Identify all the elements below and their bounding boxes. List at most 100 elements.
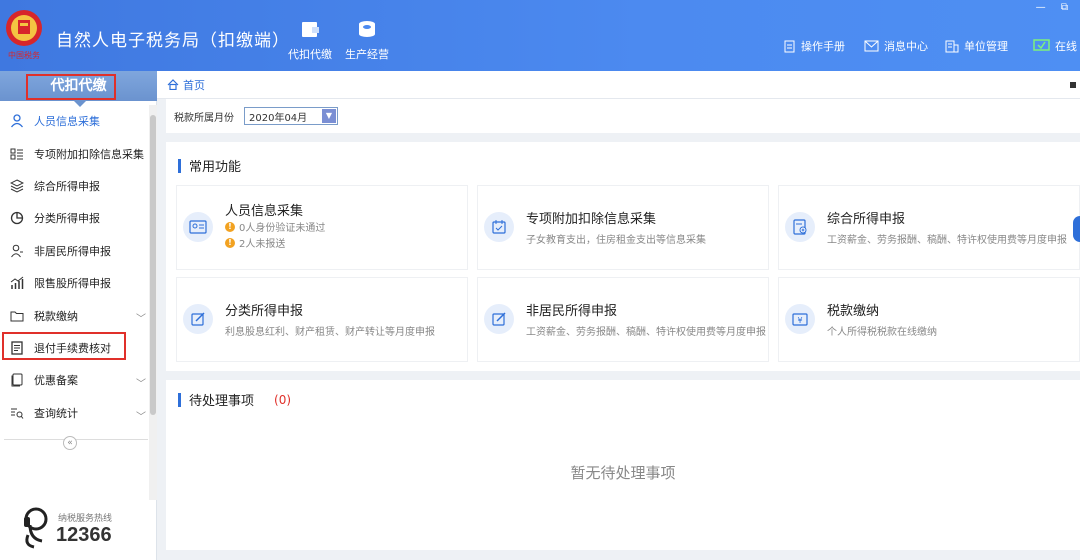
building-icon <box>945 40 959 52</box>
pending-panel: 待处理事项 (0) 暂无待处理事项 <box>166 380 1080 550</box>
nav-label: 生产经营 <box>345 48 389 61</box>
card-title: 综合所得申报 <box>827 212 906 227</box>
card-desc: 工资薪金、劳务报酬、稿酬、特许权使用费等月度申报 <box>827 235 1067 246</box>
manual-label: 操作手册 <box>801 40 845 53</box>
calendar-check-icon <box>484 212 514 242</box>
card-title: 非居民所得申报 <box>526 304 618 319</box>
hotline: 纳税服务热线 12366 <box>20 505 150 549</box>
layers-icon <box>10 179 24 193</box>
breadcrumb-home[interactable]: 首页 <box>183 77 205 93</box>
sidebar-item-personnel-info[interactable]: 人员信息采集 <box>0 105 148 137</box>
form-add-icon <box>785 212 815 242</box>
title-accent-bar <box>178 392 181 407</box>
floating-side-button[interactable] <box>1073 216 1080 242</box>
sidebar-item-special-deduction[interactable]: 专项附加扣除信息采集 <box>0 137 148 169</box>
card-desc: 利息股息红利、财产租赁、财产转让等月度申报 <box>225 327 435 338</box>
sidebar-menu: 人员信息采集 专项附加扣除信息采集 综合所得申报 分类所得申报 非居民所得申报 … <box>0 105 148 429</box>
dropdown-arrow-icon[interactable]: ▼ <box>322 109 336 123</box>
unit-management-label: 单位管理 <box>964 40 1008 53</box>
sidebar-item-query-stats[interactable]: 查询统计 ﹀ <box>0 397 148 429</box>
sidebar-item-restricted-shares[interactable]: 限售股所得申报 <box>0 267 148 299</box>
doc-copy-icon <box>11 373 23 387</box>
unit-management-link[interactable]: 单位管理 <box>945 38 1008 54</box>
hotline-number: 12366 <box>56 524 112 546</box>
tax-month-value: 2020年04月 <box>249 112 308 124</box>
sidebar-item-label: 综合所得申报 <box>34 179 100 193</box>
panel-title: 常用功能 <box>178 156 241 175</box>
sidebar-item-label: 分类所得申报 <box>34 212 100 226</box>
nav-business[interactable]: 生产经营 <box>345 18 389 62</box>
card-non-resident[interactable]: 非居民所得申报 工资薪金、劳务报酬、稿酬、特许权使用费等月度申报 <box>477 277 769 362</box>
sidebar-header-highlight <box>26 74 116 100</box>
sidebar-item-label: 限售股所得申报 <box>34 277 111 291</box>
card-desc: 个人所得税税款在线缴纳 <box>827 327 937 338</box>
tax-month-select[interactable]: 2020年04月 ▼ <box>244 107 338 125</box>
payment-icon: ¥ <box>785 304 815 334</box>
app-header: 中国税务 自然人电子税务局（扣缴端） 代扣代缴 生产经营 操作手册 消息中心 单… <box>0 0 1080 71</box>
document-icon <box>784 40 795 52</box>
id-card-icon <box>183 212 213 242</box>
hotline-label: 纳税服务热线 <box>58 514 113 524</box>
user-outline-icon <box>11 244 23 258</box>
sidebar-item-label: 优惠备案 <box>34 374 78 388</box>
chevron-down-icon: ﹀ <box>136 314 146 326</box>
manual-link[interactable]: 操作手册 <box>783 38 845 54</box>
folder-icon <box>10 311 24 322</box>
edit-icon <box>484 304 514 334</box>
warning-icon: ! <box>225 237 235 248</box>
common-functions-title: 常用功能 <box>189 160 242 175</box>
sidebar-item-preferential-filing[interactable]: 优惠备案 ﹀ <box>0 364 148 396</box>
card-title: 税款缴纳 <box>827 304 880 319</box>
card-title: 人员信息采集 <box>225 204 304 219</box>
warning-text: 2人未报送 <box>239 239 286 250</box>
svg-text:中国税务: 中国税务 <box>8 50 40 60</box>
panel-title: 待处理事项 (0) <box>178 390 291 409</box>
online-status-link[interactable]: 在线 <box>1033 38 1077 54</box>
card-comprehensive-income[interactable]: 综合所得申报 工资薪金、劳务报酬、稿酬、特许权使用费等月度申报 <box>778 185 1080 270</box>
sidebar-item-non-resident[interactable]: 非居民所得申报 <box>0 235 148 267</box>
restore-tab-icon[interactable] <box>1070 82 1076 88</box>
filter-bar: 税款所属月份 2020年04月 ▼ <box>166 99 1080 133</box>
pie-icon <box>10 212 24 225</box>
sidebar-item-comprehensive-income[interactable]: 综合所得申报 <box>0 170 148 202</box>
card-special-deduction[interactable]: 专项附加扣除信息采集 子女教育支出，住房租金支出等信息采集 <box>477 185 769 270</box>
sidebar-item-label: 税款缴纳 <box>34 309 78 323</box>
edit-icon <box>183 304 213 334</box>
message-center-link[interactable]: 消息中心 <box>864 38 928 54</box>
pending-title: 待处理事项 <box>189 394 255 409</box>
card-personnel-info[interactable]: 人员信息采集 ! 0人身份验证未通过 ! 2人未报送 <box>176 185 468 270</box>
tax-emblem-icon: 中国税务 <box>6 10 42 60</box>
refund-fee-check-highlight <box>2 332 126 360</box>
title-accent-bar <box>178 158 181 173</box>
coins-icon <box>359 21 375 37</box>
app-title: 自然人电子税务局（扣缴端） <box>56 31 290 51</box>
nav-withholding[interactable]: 代扣代缴 <box>288 18 332 62</box>
common-functions-panel: 常用功能 人员信息采集 ! 0人身份验证未通过 ! 2人未报送 专项附加扣除信息采集… <box>166 142 1080 371</box>
card-classified-income[interactable]: 分类所得申报 利息股息红利、财产租赁、财产转让等月度申报 <box>176 277 468 362</box>
wallet-icon <box>302 22 319 37</box>
sidebar-scrollbar[interactable] <box>149 105 157 500</box>
headset-icon <box>24 507 48 549</box>
sidebar-item-classified-income[interactable]: 分类所得申报 <box>0 202 148 234</box>
pending-count: (0) <box>274 392 292 407</box>
scrollbar-thumb[interactable] <box>150 115 156 415</box>
sidebar-item-tax-payment[interactable]: 税款缴纳 ﹀ <box>0 299 148 331</box>
sidebar-collapse-button[interactable]: « <box>63 436 77 450</box>
home-icon <box>167 79 179 90</box>
card-desc: 子女教育支出，住房租金支出等信息采集 <box>526 235 706 246</box>
warning-text: 0人身份验证未通过 <box>239 223 326 234</box>
pending-empty-text: 暂无待处理事项 <box>570 464 676 482</box>
card-desc: 工资薪金、劳务报酬、稿酬、特许权使用费等月度申报 <box>526 327 766 338</box>
search-list-icon <box>11 408 24 419</box>
warning-row: ! 0人身份验证未通过 <box>225 219 325 234</box>
sidebar-item-label: 人员信息采集 <box>34 115 100 129</box>
breadcrumb: 首页 <box>157 71 1080 99</box>
card-title: 专项附加扣除信息采集 <box>526 212 657 227</box>
mail-icon <box>864 40 879 52</box>
window-controls[interactable]: — ⧉ <box>1036 2 1074 13</box>
message-center-label: 消息中心 <box>884 40 928 53</box>
sidebar-item-label: 非居民所得申报 <box>34 244 111 258</box>
online-label: 在线 <box>1055 40 1077 53</box>
card-tax-payment[interactable]: ¥ 税款缴纳 个人所得税税款在线缴纳 <box>778 277 1080 362</box>
svg-text:¥: ¥ <box>797 316 802 325</box>
